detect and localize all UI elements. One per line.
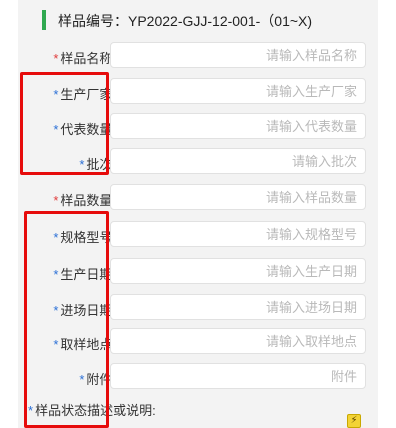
field-row-manufacturer: * 生产厂家: — [18, 78, 378, 106]
required-mark: * — [79, 372, 85, 387]
field-label-model: * 规格型号: — [53, 230, 116, 245]
field-row-sampling-location: * 取样地点: — [18, 328, 378, 356]
attachment-input[interactable] — [110, 363, 366, 389]
field-row-production-date: * 生产日期: — [18, 258, 378, 286]
required-mark: * — [53, 303, 59, 318]
required-mark: * — [53, 87, 59, 102]
required-mark: * — [53, 193, 59, 208]
field-label-sample-name: * 样品名称: — [53, 51, 116, 66]
field-row-sample-name: * 样品名称: — [18, 42, 378, 70]
field-row-sample-quantity: * 样品数量: — [18, 184, 378, 212]
field-row-attachment: * 附件: — [18, 363, 378, 391]
section-accent-bar — [42, 10, 46, 30]
field-label-production-date: * 生产日期: — [53, 267, 116, 282]
field-label-entry-date: * 进场日期: — [53, 303, 116, 318]
entry-date-input[interactable] — [110, 294, 366, 320]
sample-quantity-input[interactable] — [110, 184, 366, 210]
production-date-input[interactable] — [110, 258, 366, 284]
sample-form-page: 样品编号：YP2022-GJJ-12-001-（01~X) *样品名称: *生产… — [0, 0, 396, 428]
represented-quantity-input[interactable] — [110, 113, 366, 139]
required-mark: * — [79, 157, 85, 172]
field-row-represented-quantity: * 代表数量: — [18, 113, 378, 141]
field-row-model: * 规格型号: — [18, 221, 378, 249]
flash-icon[interactable]: ⚡ — [347, 414, 361, 428]
field-label-sampling-location: * 取样地点: — [53, 337, 116, 352]
required-mark: * — [53, 230, 59, 245]
model-input[interactable] — [110, 221, 366, 247]
required-mark: * — [28, 403, 34, 418]
sample-name-input[interactable] — [110, 42, 366, 68]
field-row-entry-date: * 进场日期: — [18, 294, 378, 322]
sample-number-header: 样品编号：YP2022-GJJ-12-001-（01~X) — [24, 10, 384, 30]
field-label-sample-quantity: * 样品数量: — [53, 193, 116, 208]
required-mark: * — [53, 267, 59, 282]
batch-input[interactable] — [110, 148, 366, 174]
sample-number-title: 样品编号：YP2022-GJJ-12-001-（01~X) — [58, 13, 313, 29]
field-label-represented-quantity: * 代表数量: — [53, 122, 116, 137]
required-mark: * — [53, 337, 59, 352]
sampling-location-input[interactable] — [110, 328, 366, 354]
field-label-sample-status: * 样品状态描述或说明: — [28, 403, 156, 418]
required-mark: * — [53, 51, 59, 66]
manufacturer-input[interactable] — [110, 78, 366, 104]
required-mark: * — [53, 122, 59, 137]
field-label-manufacturer: * 生产厂家: — [53, 87, 116, 102]
field-row-batch: * 批次: — [18, 148, 378, 176]
